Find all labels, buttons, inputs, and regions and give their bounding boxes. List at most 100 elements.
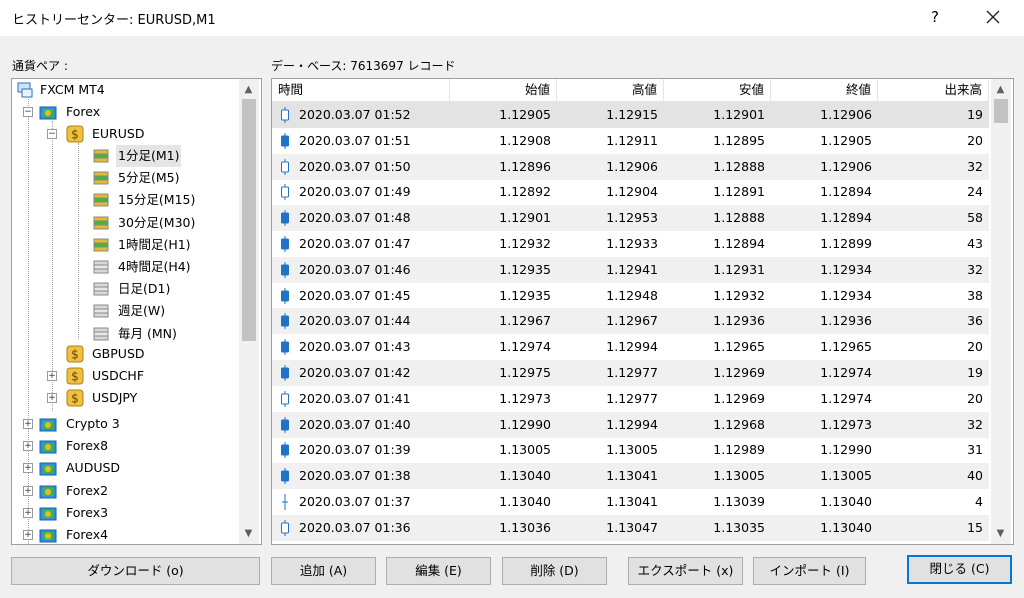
tree-label-root: FXCM MT4 — [40, 82, 105, 97]
expand-toggle[interactable]: + — [47, 371, 57, 381]
table-scrollbar[interactable]: ▲ ▼ — [991, 79, 1011, 544]
scroll-up-icon[interactable]: ▲ — [240, 81, 257, 98]
scroll-thumb[interactable] — [994, 99, 1008, 123]
table-row[interactable]: 2020.03.07 01:37 1.13040 1.13041 1.13039 1.1… — [272, 489, 989, 515]
cell-low: 1.12931 — [713, 261, 765, 277]
scroll-thumb[interactable] — [242, 99, 256, 341]
scroll-down-icon[interactable]: ▼ — [992, 525, 1009, 542]
table-row[interactable]: 2020.03.07 01:43 1.12974 1.12994 1.12965 1.1… — [272, 334, 989, 360]
close-button[interactable]: 閉じる (C) — [907, 555, 1012, 584]
tree-item-timeframe[interactable]: 1時間足(H1) — [12, 234, 238, 256]
table-row[interactable]: 2020.03.07 01:45 1.12935 1.12948 1.12932 1.1… — [272, 283, 989, 309]
collapse-toggle[interactable]: − — [23, 107, 33, 117]
tree-label-pair: USDCHF — [92, 368, 145, 383]
table-row[interactable]: 2020.03.07 01:49 1.12892 1.12904 1.12891 1.1… — [272, 179, 989, 205]
expand-toggle[interactable]: + — [23, 530, 33, 540]
download-button[interactable]: ダウンロード (o) — [11, 557, 260, 585]
tree-item-group[interactable]: + Forex8 — [12, 435, 238, 457]
table-row[interactable]: 2020.03.07 01:40 1.12990 1.12994 1.12968 1.1… — [272, 411, 989, 438]
cell-volume: 24 — [967, 184, 983, 200]
table-row[interactable]: 2020.03.07 01:39 1.13005 1.13005 1.12989 1.1… — [272, 437, 989, 463]
cell-high: 1.13041 — [606, 468, 658, 484]
table-row[interactable]: 2020.03.07 01:38 1.13040 1.13041 1.13005 1.1… — [272, 463, 989, 490]
tree-item-timeframe[interactable]: 30分足(M30) — [12, 212, 238, 234]
cell-open: 1.12975 — [499, 365, 551, 380]
cell-close: 1.12905 — [820, 132, 872, 148]
tree-item-pair[interactable]: + $ USDCHF — [12, 365, 242, 387]
close-window-button[interactable] — [982, 6, 1004, 28]
table-row[interactable]: 2020.03.07 01:48 1.12901 1.12953 1.12888 1.1… — [272, 205, 989, 232]
tree-item-timeframe[interactable]: 日足(D1) — [12, 278, 238, 300]
cell-time: 2020.03.07 01:52 — [299, 107, 411, 122]
cell-close: 1.12906 — [820, 107, 872, 122]
column-header-volume[interactable]: 出来高 — [878, 79, 989, 101]
tree-item-group[interactable]: + AUDUSD — [12, 457, 238, 479]
expand-toggle[interactable]: + — [23, 441, 33, 452]
tree-item-group[interactable]: + Forex3 — [12, 502, 238, 524]
cell-volume: 32 — [967, 261, 983, 277]
cell-open: 1.12905 — [499, 107, 551, 122]
tree-item-timeframe[interactable]: 1分足(M1) — [12, 145, 238, 167]
column-header-time[interactable]: 時間 — [272, 79, 450, 101]
cell-time: 2020.03.07 01:39 — [299, 442, 411, 458]
tree-item-forex[interactable]: − Forex — [12, 101, 242, 123]
table-row[interactable]: 2020.03.07 01:44 1.12967 1.12967 1.12936 1.1… — [272, 308, 989, 335]
tree-item-group[interactable]: + Crypto 3 — [12, 413, 238, 435]
table-row[interactable]: 2020.03.07 01:50 1.12896 1.12906 1.12888 1.1… — [272, 153, 989, 180]
tree-item-timeframe[interactable]: 4時間足(H4) — [12, 256, 238, 278]
table-row[interactable]: 2020.03.07 01:47 1.12932 1.12933 1.12894 1.1… — [272, 231, 989, 257]
column-header-close[interactable]: 終値 — [771, 79, 878, 101]
symbol-tree[interactable]: FXCM MT4 − Forex − $ EURUSD 1分足(M1) 5分足(M… — [11, 78, 262, 545]
expand-toggle[interactable]: + — [23, 507, 33, 518]
collapse-toggle[interactable]: − — [47, 129, 57, 139]
tree-item-timeframe[interactable]: 毎月 (MN) — [12, 323, 238, 345]
add-button[interactable]: 追加 (A) — [271, 557, 376, 585]
tree-item-pair[interactable]: $ GBPUSD — [12, 343, 242, 365]
tree-item-timeframe[interactable]: 15分足(M15) — [12, 189, 238, 211]
delete-button[interactable]: 削除 (D) — [502, 557, 607, 585]
scroll-down-icon[interactable]: ▼ — [240, 525, 257, 542]
cell-time: 2020.03.07 01:37 — [299, 494, 411, 509]
help-button[interactable]: ? — [924, 6, 946, 28]
column-header-open[interactable]: 始値 — [450, 79, 557, 101]
tree-item-group[interactable]: + Forex2 — [12, 480, 238, 502]
expand-toggle[interactable]: + — [47, 393, 57, 403]
timeframe-empty-icon — [93, 304, 109, 318]
tree-label-group: Forex8 — [66, 438, 109, 454]
expand-toggle[interactable]: + — [23, 485, 33, 496]
cell-time: 2020.03.07 01:49 — [299, 184, 411, 200]
tree-item-eurusd[interactable]: − $ EURUSD — [12, 123, 242, 145]
tree-item-timeframe[interactable]: 週足(W) — [12, 300, 238, 322]
tree-item-timeframe[interactable]: 5分足(M5) — [12, 167, 238, 189]
tree-scrollbar[interactable]: ▲ ▼ — [239, 79, 259, 544]
column-header-high[interactable]: 高値 — [557, 79, 664, 101]
table-row[interactable]: 2020.03.07 01:42 1.12975 1.12977 1.12969 1.1… — [272, 360, 989, 386]
history-table[interactable]: 時間 始値 高値 安値 終値 出来高 2020.03.07 01:52 1.129… — [271, 78, 1014, 545]
scroll-up-icon[interactable]: ▲ — [992, 81, 1009, 98]
cell-volume: 40 — [967, 468, 983, 484]
cell-high: 1.12967 — [606, 313, 658, 329]
table-row[interactable]: 2020.03.07 01:41 1.12973 1.12977 1.12969 1.1… — [272, 386, 989, 412]
cell-open: 1.13040 — [499, 468, 551, 484]
tree-item-group[interactable]: + Forex4 — [12, 524, 238, 544]
expand-toggle[interactable]: + — [23, 463, 33, 474]
table-row[interactable]: 2020.03.07 01:52 1.12905 1.12915 1.12901 1.1… — [272, 102, 989, 128]
expand-toggle[interactable]: + — [23, 419, 33, 429]
tree-item-pair[interactable]: + $ USDJPY — [12, 387, 242, 409]
table-row[interactable]: 2020.03.07 01:36 1.13036 1.13047 1.13035 1.1… — [272, 514, 989, 541]
cell-high: 1.13005 — [606, 442, 658, 458]
table-row[interactable]: 2020.03.07 01:46 1.12935 1.12941 1.12931 1.1… — [272, 256, 989, 283]
close-icon — [986, 10, 1000, 24]
export-button[interactable]: エクスポート (x) — [628, 557, 743, 585]
table-row[interactable]: 2020.03.07 01:51 1.12908 1.12911 1.12895 1.1… — [272, 128, 989, 154]
cell-open: 1.12892 — [499, 184, 551, 200]
import-button[interactable]: インポート (I) — [753, 557, 866, 585]
server-icon — [17, 82, 33, 98]
cell-low: 1.12936 — [713, 313, 765, 329]
cell-time: 2020.03.07 01:42 — [299, 365, 411, 380]
edit-button[interactable]: 編集 (E) — [386, 557, 491, 585]
timeframe-data-icon — [93, 238, 109, 252]
tree-item-root[interactable]: FXCM MT4 — [12, 79, 242, 101]
tree-label-timeframe: 4時間足(H4) — [118, 259, 191, 274]
column-header-low[interactable]: 安値 — [664, 79, 771, 101]
